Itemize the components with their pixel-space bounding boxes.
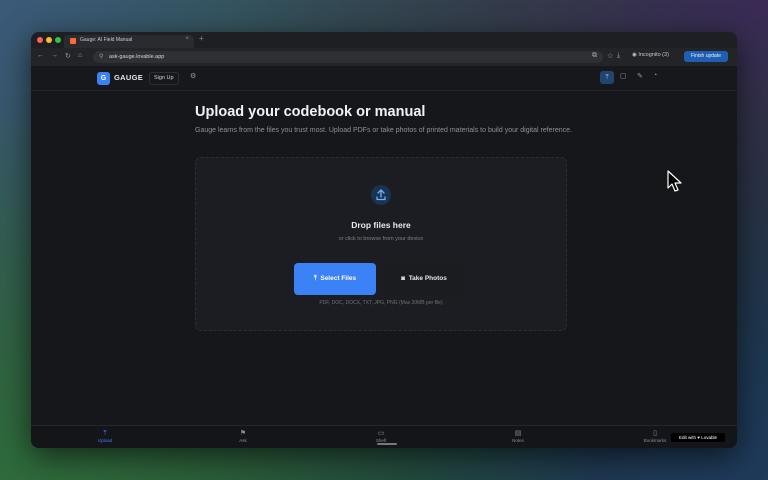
tab-title: Gauge: AI Field Manual (80, 37, 133, 43)
home-icon[interactable]: ⌂ (78, 52, 82, 59)
edit-with-lovable-badge[interactable]: Edit with ♥ Lovable (671, 433, 725, 442)
bookmark-star-icon[interactable]: ☆ (607, 52, 613, 60)
bookmark-icon: ▯ (653, 430, 657, 437)
forward-icon[interactable]: → (51, 52, 58, 59)
supported-formats: PDF, DOC, DOCX, TXT, JPG, PNG (Max 20MB … (319, 300, 443, 306)
settings-icon[interactable]: ⚙ (190, 72, 196, 80)
nav-label-ask: Ask (239, 438, 247, 443)
nav-label-bookmarks: Bookmarks (643, 438, 667, 443)
folder-icon: ▭ (377, 430, 385, 437)
nav-bookmarks[interactable]: ▯ Bookmarks (635, 429, 675, 443)
dropzone-subtitle: or click to browse from your device (338, 236, 424, 242)
reload-icon[interactable]: ↻ (65, 52, 71, 60)
chat-icon[interactable]: ▢ (620, 72, 627, 80)
nav-ask[interactable]: ⚑ Ask (223, 429, 263, 443)
take-photos-label: Take Photos (408, 275, 447, 282)
finish-update-button[interactable]: Finish update (684, 51, 728, 62)
app-viewport: G GAUGE Sign Up ⚙ ⤒ ▢ ✎ ◔ Upload your co… (31, 66, 737, 448)
nav-label-notes: Notes (512, 438, 524, 443)
flag-icon: ⚑ (239, 430, 247, 437)
page-title: Upload your codebook or manual (195, 104, 426, 120)
site-info-icon[interactable]: ⚲ (99, 53, 103, 60)
upload-nav-icon[interactable]: ⤒ (600, 71, 614, 84)
incognito-label: Incognito (3) (638, 52, 669, 58)
note-icon: ▤ (514, 430, 522, 437)
incognito-indicator[interactable]: ◉ Incognito (3) (632, 52, 669, 58)
upload-tab-icon: ⤒ (103, 430, 107, 437)
address-bar: ← → ↻ ⌂ ⚲ ask-gauge.lovable.app ☆ ⧉ ⤓ ◉ … (31, 48, 737, 66)
nav-upload[interactable]: ⤒ Upload (85, 429, 125, 443)
close-window-button[interactable] (37, 37, 43, 43)
logo-icon[interactable]: G (97, 72, 110, 85)
file-dropzone[interactable]: Drop files here or click to browse from … (195, 157, 567, 331)
take-photos-button[interactable]: ◙ Take Photos (383, 263, 465, 295)
app-name[interactable]: GAUGE (114, 73, 143, 82)
tab-strip: Gauge: AI Field Manual × + (31, 32, 737, 48)
extension-icon[interactable]: ⧉ (592, 52, 597, 60)
dropzone-title: Drop files here (351, 220, 411, 230)
edit-icon[interactable]: ✎ (637, 72, 643, 80)
back-icon[interactable]: ← (37, 52, 44, 59)
maximize-window-button[interactable] (55, 37, 61, 43)
browser-tab[interactable]: Gauge: AI Field Manual × (64, 35, 194, 48)
nav-shelf[interactable]: ▭ Shelf (361, 429, 401, 443)
select-files-button[interactable]: ⤒ Select Files (294, 263, 376, 295)
sign-up-button[interactable]: Sign Up (149, 72, 179, 85)
nav-notes[interactable]: ▤ Notes (498, 429, 538, 443)
mouse-cursor-icon (667, 170, 682, 192)
scroll-indicator (377, 443, 397, 445)
url-field[interactable]: ⚲ ask-gauge.lovable.app (93, 51, 603, 63)
upload-icon (371, 185, 391, 205)
download-icon[interactable]: ⤓ (617, 52, 620, 60)
tab-close-icon[interactable]: × (185, 36, 189, 42)
page-subtitle: Gauge learns from the files you trust mo… (195, 127, 573, 134)
profile-icon[interactable]: ◔ (653, 72, 657, 79)
minimize-window-button[interactable] (46, 37, 52, 43)
nav-label-upload: Upload (97, 438, 113, 443)
url-text: ask-gauge.lovable.app (109, 53, 165, 60)
new-tab-icon[interactable]: + (199, 34, 204, 43)
app-header: G GAUGE Sign Up ⚙ ⤒ ▢ ✎ ◔ (31, 66, 737, 91)
favicon-icon (70, 38, 76, 44)
camera-icon: ◙ (401, 275, 409, 282)
select-files-label: Select Files (320, 275, 357, 282)
browser-window: Gauge: AI Field Manual × + ← → ↻ ⌂ ⚲ ask… (31, 32, 737, 448)
